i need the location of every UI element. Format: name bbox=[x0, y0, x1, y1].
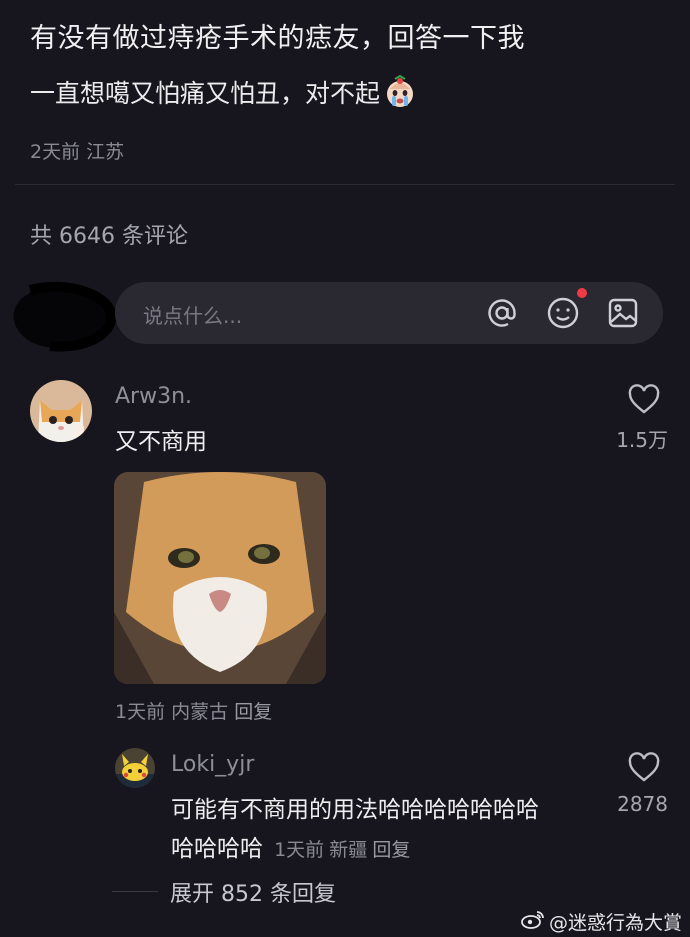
emoji-icon[interactable] bbox=[545, 295, 581, 331]
reply-reply-button[interactable]: 回复 bbox=[372, 839, 410, 861]
comment-text: 又不商用 bbox=[115, 429, 207, 455]
post-title: 有没有做过痔疮手术的痣友，回答一下我 bbox=[30, 23, 525, 54]
reply-text-line2: 哈哈哈哈 bbox=[171, 836, 263, 862]
reply-username[interactable]: Loki_yjr bbox=[171, 752, 254, 777]
post-time: 2天前 bbox=[30, 141, 81, 163]
post-location: 江苏 bbox=[86, 141, 125, 163]
comment-image[interactable] bbox=[114, 472, 326, 684]
comment-time: 1天前 bbox=[115, 701, 166, 723]
reply-avatar[interactable] bbox=[115, 748, 155, 788]
reply-time: 1天前 bbox=[274, 839, 325, 861]
reply-like-count: 2878 bbox=[617, 792, 668, 816]
image-icon[interactable] bbox=[605, 295, 641, 331]
post-meta: 2天前 江苏 bbox=[30, 137, 124, 164]
comment-meta: 1天前 内蒙古 回复 bbox=[115, 697, 272, 724]
comment-like-count: 1.5万 bbox=[616, 428, 668, 452]
comment-count: 共 6646 条评论 bbox=[30, 224, 188, 249]
like-heart-icon[interactable] bbox=[627, 383, 661, 415]
reply-text-line2-row: 哈哈哈哈 1天前 新疆 回复 bbox=[171, 829, 410, 863]
weibo-icon bbox=[521, 909, 545, 934]
reply-location: 新疆 bbox=[329, 839, 368, 861]
reply-text-line1: 可能有不商用的用法哈哈哈哈哈哈哈 bbox=[171, 797, 539, 823]
watermark-text: @迷惑行為大賞 bbox=[548, 912, 682, 934]
divider bbox=[15, 184, 675, 185]
watermark: @迷惑行為大賞 bbox=[521, 908, 682, 935]
expand-divider bbox=[112, 891, 158, 892]
current-user-avatar bbox=[10, 280, 122, 352]
comment-input[interactable]: 说点什么... bbox=[115, 282, 663, 344]
comment-input-placeholder: 说点什么... bbox=[143, 304, 243, 328]
crying-face-emoji-icon bbox=[382, 74, 418, 110]
comment-username[interactable]: Arw3n. bbox=[115, 384, 192, 409]
avatar[interactable] bbox=[30, 380, 92, 442]
post-body: 一直想噶又怕痛又怕丑，对不起 bbox=[30, 74, 418, 110]
comment-location: 内蒙古 bbox=[171, 701, 229, 723]
expand-replies-button[interactable]: 展开 852 条回复 bbox=[170, 876, 336, 908]
post-body-text: 一直想噶又怕痛又怕丑，对不起 bbox=[30, 79, 381, 108]
reply-like-heart-icon[interactable] bbox=[627, 751, 661, 783]
at-icon[interactable] bbox=[484, 295, 520, 331]
reply-button[interactable]: 回复 bbox=[234, 701, 272, 723]
notification-dot bbox=[577, 288, 587, 298]
